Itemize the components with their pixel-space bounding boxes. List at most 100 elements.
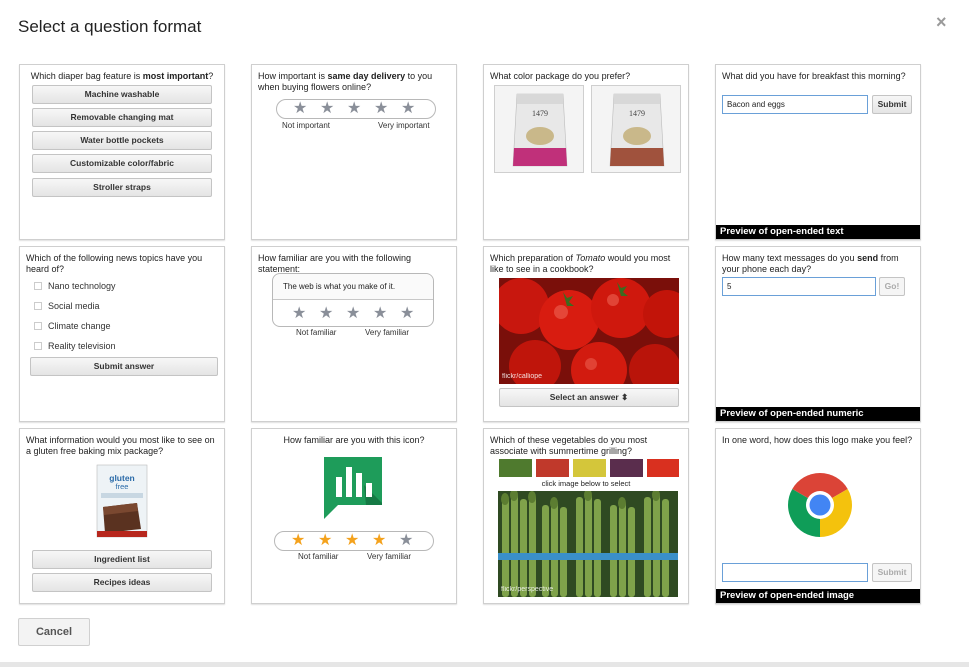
text-answer-input[interactable]: Bacon and eggs [722, 95, 868, 114]
package-color-band [513, 148, 567, 166]
card-question: How familiar are you with the following … [258, 253, 412, 274]
submit-button[interactable]: Submit [872, 563, 912, 582]
scale-high-label: Very familiar [365, 328, 410, 337]
preview-label: Preview of open-ended text [716, 225, 920, 239]
format-card-open-ended-text[interactable]: What did you have for breakfast this mor… [715, 64, 921, 240]
format-card-image-multiple-choice[interactable]: What information would you most like to … [19, 428, 225, 604]
format-card-image-dropdown[interactable]: Which preparation of Tomato would you mo… [483, 246, 689, 422]
go-button[interactable]: Go! [879, 277, 905, 296]
vegetable-thumbnails [499, 459, 679, 477]
format-card-checkbox[interactable]: Which of the following news topics have … [19, 246, 225, 422]
card-question: How familiar are you with this icon? [283, 435, 425, 445]
option-button[interactable]: Machine washable [32, 85, 212, 104]
star-icon[interactable]: ★ [292, 306, 306, 322]
card-question: In one word, how does this logo make you… [722, 435, 913, 445]
card-question: How many text messages do you send from … [722, 253, 899, 274]
card-question: Which diaper bag feature is most importa… [30, 71, 214, 81]
checkbox[interactable] [34, 302, 42, 310]
statement-text: The web is what you make of it. [273, 274, 433, 300]
star-icon[interactable]: ★ [399, 533, 413, 549]
star-icon[interactable]: ★ [401, 101, 415, 117]
asparagus-photo[interactable] [498, 491, 678, 597]
star-icon[interactable]: ★ [318, 533, 332, 549]
star-icon[interactable]: ★ [374, 101, 388, 117]
option-button[interactable]: Customizable color/fabric [32, 154, 212, 173]
checkbox-option[interactable]: Social media [34, 301, 100, 311]
submit-button[interactable]: Submit [872, 95, 912, 114]
option-button[interactable]: Removable changing mat [32, 108, 212, 127]
photo-credit: flickr/calliope [502, 373, 543, 380]
option-button[interactable]: Recipes ideas [32, 573, 212, 592]
checkbox[interactable] [34, 342, 42, 350]
star-rating[interactable]: ★ ★ ★ ★ ★ [274, 531, 434, 551]
format-card-image-choice[interactable]: What color package do you prefer? 1479 1… [483, 64, 689, 240]
scale-high-label: Very familiar [367, 552, 412, 561]
text-answer-input[interactable] [722, 563, 868, 582]
star-icon[interactable]: ★ [320, 101, 334, 117]
checkbox-option[interactable]: Nano technology [34, 281, 116, 291]
star-icon[interactable]: ★ [372, 533, 386, 549]
package-image: 1479 [512, 93, 568, 167]
cancel-button[interactable]: Cancel [18, 618, 90, 646]
package-brand-text: 1479 [629, 109, 645, 118]
card-question: What color package do you prefer? [490, 71, 631, 81]
checkbox[interactable] [34, 282, 42, 290]
star-icon[interactable]: ★ [293, 101, 307, 117]
format-card-open-ended-numeric[interactable]: How many text messages do you send from … [715, 246, 921, 422]
scale-low-label: Not familiar [298, 552, 339, 561]
package-option-brown[interactable]: 1479 [591, 85, 681, 173]
star-icon[interactable]: ★ [400, 306, 414, 322]
close-icon[interactable]: × [936, 12, 947, 33]
photo-credit: flickr/perspective [501, 586, 554, 593]
option-button[interactable]: Water bottle pockets [32, 131, 212, 150]
card-question: How important is same day delivery to yo… [258, 71, 433, 92]
browser-logo-image [788, 473, 852, 537]
dialog-bottom-edge [0, 662, 969, 667]
statement-box: The web is what you make of it. ★ ★ ★ ★ … [272, 273, 434, 327]
box-brand-text: free [116, 482, 129, 491]
scale-low-label: Not important [282, 121, 331, 130]
package-option-pink[interactable]: 1479 [494, 85, 584, 173]
baking-mix-box-image: gluten free [96, 464, 148, 538]
package-image: 1479 [609, 93, 665, 167]
thumbnail-eggplant[interactable] [610, 459, 643, 477]
thumbnail-asparagus[interactable] [499, 459, 532, 477]
thumbnail-squash[interactable] [573, 459, 606, 477]
star-icon[interactable]: ★ [345, 533, 359, 549]
checkbox-option[interactable]: Reality television [34, 341, 116, 351]
option-button[interactable]: Stroller straps [32, 178, 212, 197]
star-icon[interactable]: ★ [347, 101, 361, 117]
format-card-image-gallery[interactable]: Which of these vegetables do you most as… [483, 428, 689, 604]
preview-label: Preview of open-ended image [716, 589, 920, 603]
card-question: Which of these vegetables do you most as… [490, 435, 648, 456]
submit-answer-button[interactable]: Submit answer [30, 357, 218, 376]
scale-low-label: Not familiar [296, 328, 337, 337]
star-icon[interactable]: ★ [319, 306, 333, 322]
scale-high-label: Very important [378, 121, 430, 130]
package-brand-text: 1479 [532, 109, 548, 118]
format-card-icon-rating[interactable]: How familiar are you with this icon? ★ ★… [251, 428, 457, 604]
thumbnail-tomato[interactable] [536, 459, 569, 477]
option-button[interactable]: Ingredient list [32, 550, 212, 569]
card-question: What information would you most like to … [26, 435, 215, 456]
card-question: Which preparation of Tomato would you mo… [490, 253, 671, 274]
preview-label: Preview of open-ended numeric [716, 407, 920, 421]
thumbnail-pepper[interactable] [647, 459, 679, 477]
checkbox[interactable] [34, 322, 42, 330]
package-color-band [610, 148, 664, 166]
format-card-rating-scale[interactable]: How important is same day delivery to yo… [251, 64, 457, 240]
star-icon[interactable]: ★ [346, 306, 360, 322]
star-rating[interactable]: ★ ★ ★ ★ ★ [276, 99, 436, 119]
click-hint: click image below to select [541, 479, 631, 488]
checkbox-option[interactable]: Climate change [34, 321, 111, 331]
select-answer-dropdown[interactable]: Select an answer ⬍ [499, 388, 679, 407]
format-card-multiple-choice[interactable]: Which diaper bag feature is most importa… [19, 64, 225, 240]
numeric-answer-input[interactable]: 5 [722, 277, 876, 296]
card-question: Which of the following news topics have … [26, 253, 203, 274]
chart-app-icon [324, 457, 382, 519]
format-card-statement-rating[interactable]: How familiar are you with the following … [251, 246, 457, 422]
format-card-open-ended-image[interactable]: In one word, how does this logo make you… [715, 428, 921, 604]
star-icon[interactable]: ★ [373, 306, 387, 322]
star-icon[interactable]: ★ [291, 533, 305, 549]
card-question: What did you have for breakfast this mor… [722, 71, 906, 81]
